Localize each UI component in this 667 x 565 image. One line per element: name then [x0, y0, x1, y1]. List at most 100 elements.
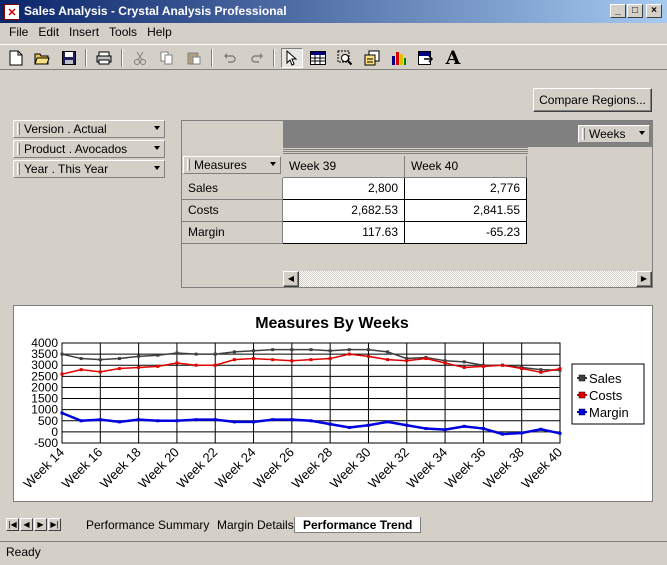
close-button[interactable]: × — [646, 4, 662, 18]
data-point-costs — [481, 364, 485, 368]
data-point-sales — [462, 360, 466, 364]
cell-margin-week-39[interactable]: 117.63 — [283, 222, 405, 244]
maximize-button[interactable]: □ — [627, 4, 643, 18]
slicer-version[interactable]: Version . Actual — [13, 120, 165, 138]
column-dimension-weeks[interactable]: Weeks — [578, 125, 650, 143]
data-point-margin — [520, 431, 524, 435]
data-point-sales — [328, 349, 332, 353]
chevron-down-icon[interactable] — [639, 131, 645, 135]
column-header-week-40[interactable]: Week 40 — [405, 156, 527, 178]
row-header-costs[interactable]: Costs — [182, 200, 283, 222]
data-point-margin — [175, 419, 179, 423]
analysis-icon[interactable] — [361, 48, 383, 68]
tab-margin-details[interactable]: Margin Details — [209, 517, 302, 533]
column-dimension-label: Weeks — [589, 127, 626, 141]
row-header-margin[interactable]: Margin — [182, 222, 283, 244]
data-point-margin — [558, 431, 562, 435]
cell-costs-week-40[interactable]: 2,841.55 — [405, 200, 527, 222]
data-point-costs — [405, 359, 409, 363]
data-point-sales — [175, 351, 179, 355]
scroll-right-button[interactable]: ▶ — [636, 271, 652, 287]
new-icon[interactable] — [5, 48, 27, 68]
line-chart[interactable]: Measures By Weeks 4000350030002500200015… — [14, 306, 652, 501]
zoom-icon[interactable] — [334, 48, 356, 68]
data-point-sales — [194, 352, 198, 356]
data-point-costs — [79, 368, 83, 372]
data-point-margin — [405, 423, 409, 427]
slicer-product[interactable]: Product . Avocados — [13, 140, 165, 158]
cut-icon[interactable] — [129, 48, 151, 68]
x-tick-label: Week 24 — [212, 445, 259, 492]
title-bar: ✕ Sales Analysis - Crystal Analysis Prof… — [0, 0, 667, 23]
paste-icon[interactable] — [183, 48, 205, 68]
menu-bar: File Edit Insert Tools Help — [0, 23, 667, 42]
open-icon[interactable] — [31, 48, 53, 68]
chart-pane: Measures By Weeks 4000 3500 3000 2500 2000 15… — [13, 305, 653, 502]
row-dimension-measures[interactable]: Measures — [183, 156, 281, 174]
export-icon[interactable] — [415, 48, 437, 68]
scroll-left-button[interactable]: ◀ — [283, 271, 299, 287]
chevron-down-icon[interactable] — [154, 166, 160, 170]
menu-file[interactable]: File — [4, 23, 33, 42]
cell-sales-week-39[interactable]: 2,800 — [283, 178, 405, 200]
text-icon[interactable]: A — [442, 47, 464, 69]
x-tick-label: Week 18 — [97, 445, 144, 492]
save-icon[interactable] — [58, 48, 80, 68]
x-tick-label: Week 38 — [480, 445, 527, 492]
prev-tab-button[interactable]: ◀ — [20, 518, 33, 531]
legend-marker — [578, 408, 586, 416]
menu-edit[interactable]: Edit — [33, 23, 64, 42]
copy-icon[interactable] — [156, 48, 178, 68]
next-tab-button[interactable]: ▶ — [34, 518, 47, 531]
menu-insert[interactable]: Insert — [64, 23, 104, 42]
data-point-costs — [117, 367, 121, 371]
pointer-icon[interactable] — [281, 48, 303, 68]
tab-performance-summary[interactable]: Performance Summary — [78, 517, 217, 533]
minimize-button[interactable]: _ — [610, 4, 626, 18]
column-header-week-39[interactable]: Week 39 — [283, 156, 405, 178]
data-point-costs — [558, 367, 562, 371]
data-point-costs — [539, 370, 543, 374]
last-tab-button[interactable]: ▶| — [48, 518, 61, 531]
chevron-down-icon[interactable] — [154, 146, 160, 150]
menu-help[interactable]: Help — [142, 23, 177, 42]
data-point-costs — [60, 372, 64, 376]
chevron-down-icon[interactable] — [154, 126, 160, 130]
chevron-down-icon[interactable] — [270, 162, 276, 166]
data-point-sales — [137, 354, 141, 358]
cell-margin-week-40[interactable]: -65.23 — [405, 222, 527, 244]
data-point-costs — [271, 358, 275, 362]
undo-icon[interactable] — [219, 48, 241, 68]
chart-icon[interactable] — [388, 48, 410, 68]
legend-label: Costs — [589, 388, 623, 403]
data-point-margin — [481, 427, 485, 431]
x-tick-label: Week 26 — [250, 445, 297, 492]
tab-performance-trend[interactable]: Performance Trend — [294, 517, 422, 533]
print-icon[interactable] — [93, 48, 115, 68]
data-point-sales — [386, 350, 390, 354]
first-tab-button[interactable]: |◀ — [6, 518, 19, 531]
slicer-year[interactable]: Year . This Year — [13, 160, 165, 178]
legend-label: Sales — [589, 371, 622, 386]
data-point-margin — [79, 419, 83, 423]
data-point-costs — [213, 363, 217, 367]
cell-sales-week-40[interactable]: 2,776 — [405, 178, 527, 200]
data-point-costs — [328, 357, 332, 361]
data-point-margin — [213, 418, 217, 422]
horizontal-scrollbar[interactable]: ◀ ▶ — [283, 271, 652, 287]
redo-icon[interactable] — [246, 48, 268, 68]
data-point-costs — [462, 365, 466, 369]
status-bar: Ready — [0, 541, 667, 563]
menu-tools[interactable]: Tools — [104, 23, 142, 42]
data-point-margin — [252, 420, 256, 424]
compare-regions-button[interactable]: Compare Regions... — [533, 88, 652, 112]
data-point-sales — [213, 352, 217, 356]
cell-costs-week-39[interactable]: 2,682.53 — [283, 200, 405, 222]
row-header-sales[interactable]: Sales — [182, 178, 283, 200]
grid-icon[interactable] — [307, 48, 329, 68]
data-point-costs — [252, 357, 256, 361]
data-point-costs — [232, 358, 236, 362]
data-point-sales — [290, 348, 294, 352]
data-point-margin — [98, 418, 102, 422]
x-tick-label: Week 40 — [518, 445, 565, 492]
